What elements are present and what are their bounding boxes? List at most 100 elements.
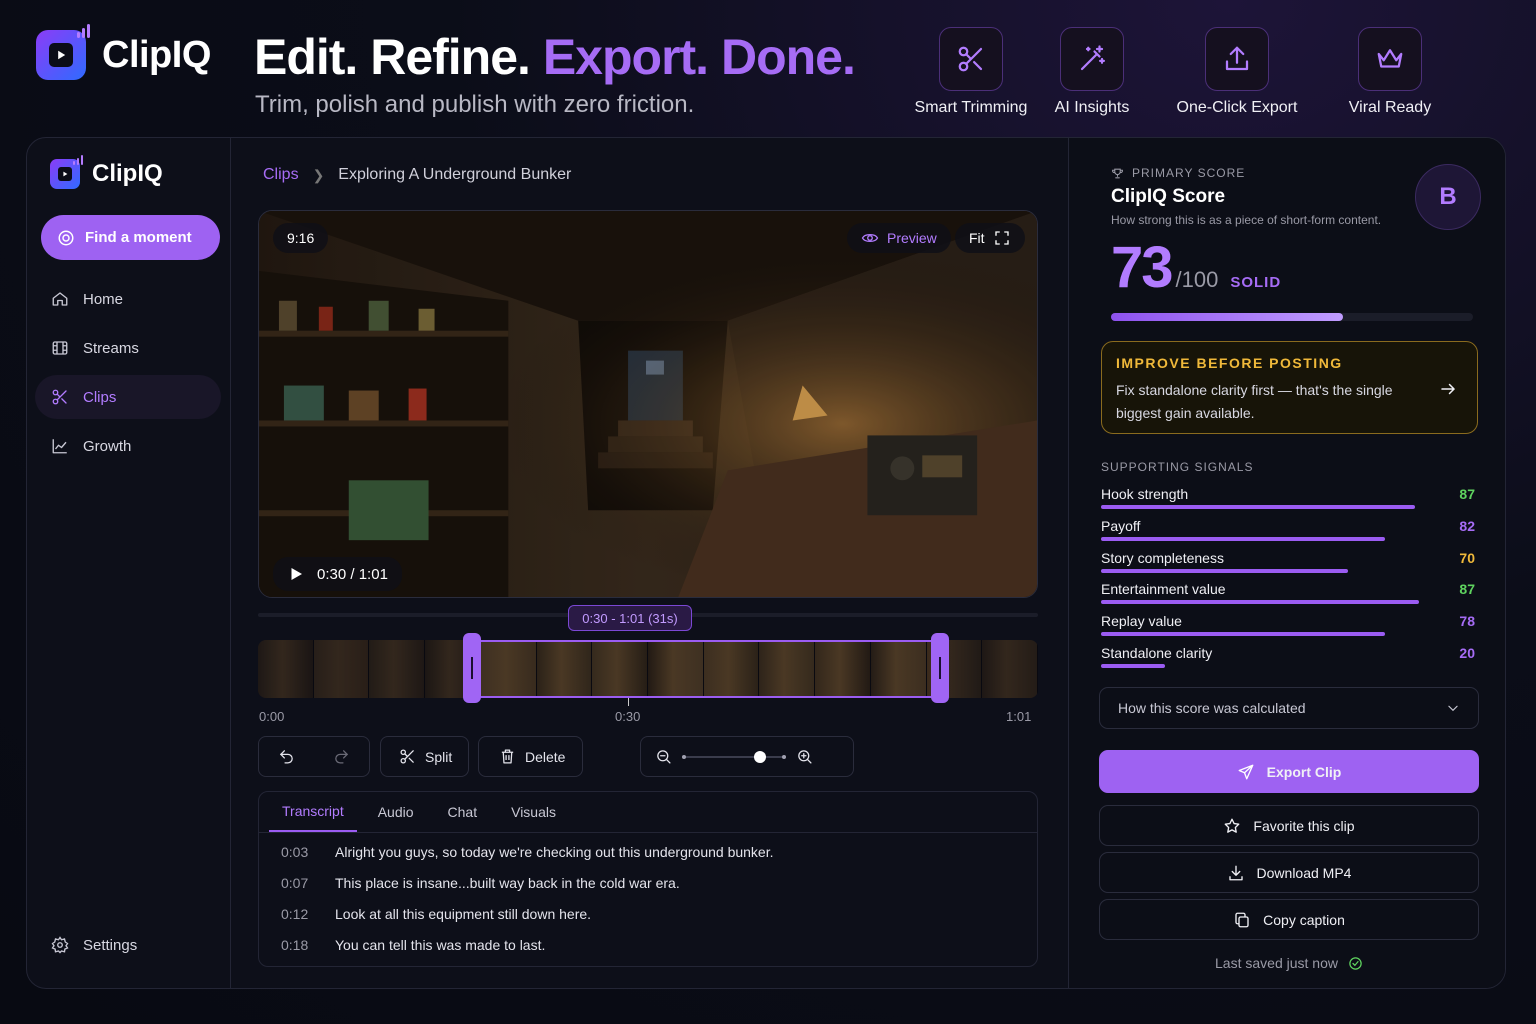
split-button[interactable]: Split: [380, 736, 469, 777]
line-time: 0:12: [281, 906, 309, 922]
transcript-line[interactable]: 0:07 This place is insane...built way bac…: [281, 875, 774, 906]
zoom-out-icon[interactable]: [655, 748, 672, 765]
zoom-slider[interactable]: [682, 747, 786, 767]
settings-label: Settings: [83, 936, 138, 954]
transcript-line[interactable]: 0:03 Alright you guys, so today we're che…: [281, 844, 774, 875]
zoom-in-icon[interactable]: [796, 748, 813, 765]
timeline-start-label: 0:00: [259, 709, 285, 724]
feature-label: One-Click Export: [1176, 99, 1298, 116]
signal-row: Hook strength 87: [1101, 483, 1475, 515]
tabs-divider: [259, 832, 1037, 833]
target-icon: [58, 230, 74, 245]
sidebar-item-home[interactable]: Home: [35, 277, 221, 321]
send-icon: [1238, 764, 1254, 779]
line-text: You can tell this was made to last.: [335, 937, 546, 953]
copy-icon: [1235, 912, 1249, 927]
trim-handle-end[interactable]: [931, 633, 949, 703]
download-label: Download MP4: [1256, 864, 1352, 881]
timeline-end-label: 1:01: [1006, 709, 1032, 724]
video-player[interactable]: 9:16 Preview Fit 0:30 / 1:01: [258, 210, 1038, 598]
app-window: ClipIQ Find a moment Home Streams Clips …: [26, 137, 1506, 989]
favorite-button[interactable]: Favorite this clip: [1099, 805, 1479, 846]
primary-score-label: PRIMARY SCORE: [1132, 166, 1246, 180]
tab-visuals[interactable]: Visuals: [498, 792, 569, 832]
undo-icon[interactable]: [278, 748, 295, 765]
score-max: /100: [1175, 267, 1219, 292]
zoom-tick: [682, 754, 686, 759]
improve-callout[interactable]: IMPROVE BEFORE POSTING Fix standalone cl…: [1101, 341, 1478, 434]
logo-icon: [50, 155, 83, 189]
duration: 1:01: [358, 565, 388, 583]
trash-icon: [501, 749, 514, 764]
line-time: 0:07: [281, 875, 309, 891]
find-moment-label: Find a moment: [85, 229, 192, 246]
export-clip-button[interactable]: Export Clip: [1099, 750, 1479, 793]
hero-title: Edit. Refine. Export. Done.: [254, 28, 856, 86]
signal-name: Hook strength: [1101, 486, 1189, 502]
filmstrip[interactable]: [258, 640, 1038, 698]
score-progress-bar: [1111, 313, 1473, 321]
transcript-line[interactable]: 0:12 Look at all this equipment still dow…: [281, 906, 774, 937]
sidebar-item-clips[interactable]: Clips: [35, 375, 221, 419]
score-calculation-dropdown[interactable]: How this score was calculated: [1099, 687, 1479, 729]
unselected-region: [940, 640, 1038, 698]
magic-wand-icon: [1060, 27, 1124, 91]
signal-name: Standalone clarity: [1101, 644, 1213, 661]
signal-bar: [1101, 632, 1386, 637]
eye-icon: [861, 233, 879, 243]
tab-audio[interactable]: Audio: [365, 792, 427, 832]
sidebar-item-growth[interactable]: Growth: [35, 424, 221, 468]
zoom-control: [640, 736, 854, 777]
signal-row: Payoff 82: [1101, 515, 1475, 547]
line-time: 0:03: [281, 844, 309, 860]
chevron-down-icon: [1448, 705, 1458, 712]
fullscreen-icon: [994, 231, 1009, 245]
trophy-icon: [1112, 168, 1123, 178]
export-label: Export Clip: [1266, 763, 1342, 780]
copy-caption-button[interactable]: Copy caption: [1099, 899, 1479, 940]
signal-bar: [1101, 663, 1165, 668]
playhead[interactable]: [628, 698, 629, 706]
feature-ai-insights: AI Insights: [1022, 27, 1162, 117]
split-label: Split: [425, 748, 453, 765]
feature-label: Smart Trimming: [914, 99, 1028, 116]
zoom-knob[interactable]: [754, 750, 766, 763]
sidebar-brand-name: ClipIQ: [92, 160, 163, 187]
preview-button[interactable]: Preview: [847, 223, 951, 253]
play-icon[interactable]: [287, 565, 305, 583]
grade-badge: B: [1415, 164, 1481, 230]
score-progress-fill: [1111, 313, 1343, 321]
aspect-ratio-badge[interactable]: 9:16: [273, 223, 329, 253]
improve-heading: IMPROVE BEFORE POSTING: [1116, 355, 1343, 371]
download-mp4-button[interactable]: Download MP4: [1099, 852, 1479, 893]
home-icon: [52, 292, 68, 306]
scissors-icon: [400, 749, 414, 764]
transcript-line[interactable]: 0:18 You can tell this was made to last.: [281, 937, 774, 968]
tab-transcript[interactable]: Transcript: [269, 792, 357, 832]
fit-button[interactable]: Fit: [955, 223, 1025, 253]
signal-name: Replay value: [1101, 613, 1182, 630]
playback-controls: 0:30 / 1:01: [273, 557, 402, 591]
tab-chat[interactable]: Chat: [435, 792, 491, 832]
trim-handle-start[interactable]: [463, 633, 481, 703]
feature-list: Smart Trimming AI Insights One-Click Exp…: [900, 27, 1460, 127]
history-controls: [258, 736, 370, 777]
hero-logo: ClipIQ: [36, 24, 211, 80]
signal-value: 20: [1459, 644, 1475, 661]
sidebar-item-settings[interactable]: Settings: [35, 923, 221, 967]
transcript-tabs: Transcript Audio Chat Visuals: [269, 792, 577, 832]
score-number: 73: [1111, 235, 1173, 300]
download-icon: [1228, 865, 1243, 880]
sidebar-logo[interactable]: ClipIQ: [50, 155, 163, 189]
feature-viral-ready: Viral Ready: [1320, 27, 1460, 117]
signal-value: 87: [1459, 486, 1475, 502]
sidebar-item-streams[interactable]: Streams: [35, 326, 221, 370]
breadcrumb-clips-link[interactable]: Clips: [263, 166, 299, 184]
delete-button[interactable]: Delete: [478, 736, 583, 777]
sidebar-item-label: Clips: [83, 388, 117, 406]
favorite-label: Favorite this clip: [1253, 817, 1355, 834]
current-time: 0:30: [317, 565, 347, 583]
film-icon: [52, 341, 68, 355]
find-moment-button[interactable]: Find a moment: [41, 215, 220, 260]
redo-icon[interactable]: [333, 748, 350, 765]
